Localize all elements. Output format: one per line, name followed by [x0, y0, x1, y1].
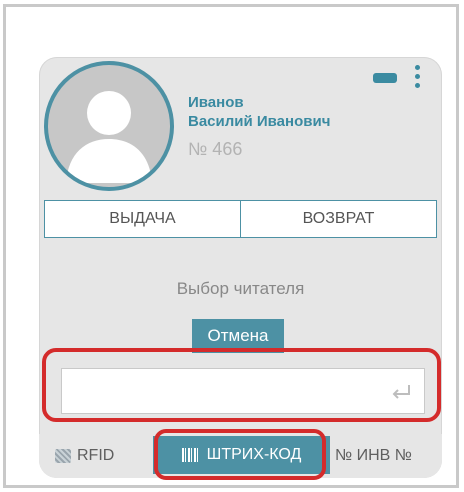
- more-options-icon[interactable]: [412, 65, 422, 91]
- barcode-tab-highlight-outline: [154, 429, 326, 480]
- input-highlight-outline: [42, 348, 441, 422]
- tab-inventory-label: № ИНВ №: [335, 447, 412, 464]
- minimize-icon[interactable]: [373, 73, 397, 83]
- return-button[interactable]: ВОЗВРАТ: [240, 201, 436, 237]
- user-silhouette-icon: [66, 91, 152, 183]
- tab-rfid-label: RFID: [77, 447, 115, 464]
- issue-button[interactable]: ВЫДАЧА: [45, 201, 240, 237]
- rfid-icon: [55, 449, 71, 463]
- reader-name: Иванов Василий Иванович: [188, 93, 330, 131]
- reader-last-name: Иванов: [188, 94, 244, 111]
- mode-switch: ВЫДАЧА ВОЗВРАТ: [44, 200, 437, 238]
- tab-inventory-number[interactable]: № ИНВ №: [335, 434, 412, 478]
- reader-selection-prompt: Выбор читателя: [176, 279, 305, 298]
- reader-first-patronymic: Василий Иванович: [188, 113, 331, 130]
- avatar: [44, 61, 174, 191]
- tab-rfid[interactable]: RFID: [55, 434, 114, 478]
- reader-card-number: № 466: [188, 139, 243, 159]
